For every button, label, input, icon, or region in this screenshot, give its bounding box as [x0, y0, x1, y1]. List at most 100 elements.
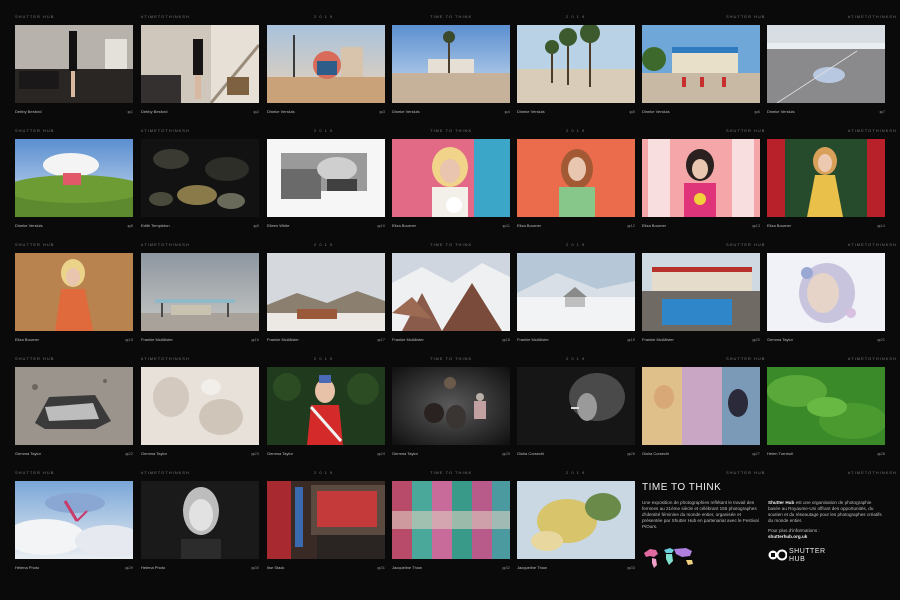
- photo-caption: Helena Photo30: [141, 565, 259, 570]
- photo-caption: Dineke Versluis7: [767, 109, 885, 114]
- photo-10[interactable]: [267, 139, 385, 217]
- photo-caption: Frankie McAllister17: [267, 337, 385, 342]
- row-header: SHUTTER HUB: [15, 470, 55, 475]
- photo-caption: Debby Besford2: [141, 109, 259, 114]
- photo-23[interactable]: [141, 367, 259, 445]
- logo-line-2: HUB: [789, 556, 806, 563]
- photo-11[interactable]: [392, 139, 510, 217]
- photo-caption: Gemma Taylor21: [767, 337, 885, 342]
- row-header: 2 0 1 9: [314, 242, 334, 247]
- row-header: #TIMETOTHINKSH: [848, 470, 897, 475]
- photo-caption: Gemma Taylor25: [392, 451, 510, 456]
- row-header: TIME TO THINK: [430, 470, 473, 475]
- photo-caption: Dineke Versluis4: [392, 109, 510, 114]
- row-header: #TIMETOTHINKSH: [141, 242, 190, 247]
- row-header: TIME TO THINK: [430, 128, 473, 133]
- photo-5[interactable]: [517, 25, 635, 103]
- photo-caption: Frankie McAllister19: [517, 337, 635, 342]
- photo-18[interactable]: [392, 253, 510, 331]
- photo-9[interactable]: [141, 139, 259, 217]
- row-header: #TIMETOTHINKSH: [141, 128, 190, 133]
- photo-caption: Frankie McAllister18: [392, 337, 510, 342]
- gallery-row-4: SHUTTER HUB #TIMETOTHINKSH 2 0 1 9 TIME …: [0, 356, 900, 470]
- photo-1[interactable]: [15, 25, 133, 103]
- row-header: SHUTTER HUB: [15, 242, 55, 247]
- photo-15[interactable]: [15, 253, 133, 331]
- photo-29[interactable]: [15, 481, 133, 559]
- row-header: SHUTTER HUB: [726, 128, 766, 133]
- photo-caption: Jacqueline Thow32: [392, 565, 510, 570]
- photo-25[interactable]: [392, 367, 510, 445]
- photo-caption: Giulia Corsechi26: [517, 451, 635, 456]
- photo-caption: Gemma Taylor23: [141, 451, 259, 456]
- photo-26[interactable]: [517, 367, 635, 445]
- photo-caption: Eliza Bourner12: [517, 223, 635, 228]
- row-header: 2 0 1 9: [566, 14, 586, 19]
- row-header: SHUTTER HUB: [726, 356, 766, 361]
- row-header: #TIMETOTHINKSH: [848, 128, 897, 133]
- photo-6[interactable]: [642, 25, 760, 103]
- shutter-hub-logo-icon: [768, 549, 787, 561]
- photo-28[interactable]: [767, 367, 885, 445]
- gallery-row-1: SHUTTER HUB #TIMETOTHINKSH 2 0 1 9 TIME …: [0, 14, 900, 128]
- photo-22[interactable]: [15, 367, 133, 445]
- row-header: 2 0 1 9: [566, 470, 586, 475]
- photo-17[interactable]: [267, 253, 385, 331]
- about-shutter-hub: Shutter Hub est une organisation de phot…: [768, 500, 884, 544]
- photo-caption: Giulia Corsechi27: [642, 451, 760, 456]
- photo-19[interactable]: [517, 253, 635, 331]
- photo-caption: Helen Turnbull28: [767, 451, 885, 456]
- logo-line-1: SHUTTER: [789, 548, 826, 555]
- row-header: 2 0 1 9: [566, 242, 586, 247]
- photo-caption: Eliza Bourner14: [767, 223, 885, 228]
- photo-3[interactable]: [267, 25, 385, 103]
- photo-caption: Eliza Bourner13: [642, 223, 760, 228]
- row-header: 2 0 1 9: [314, 470, 334, 475]
- row-header: 2 0 1 9: [566, 356, 586, 361]
- row-header: 2 0 1 9: [314, 128, 334, 133]
- photo-16[interactable]: [141, 253, 259, 331]
- row-header: 2 0 1 9: [566, 128, 586, 133]
- photo-2[interactable]: [141, 25, 259, 103]
- photo-caption: Dineke Versluis3: [267, 109, 385, 114]
- photo-32[interactable]: [392, 481, 510, 559]
- photo-caption: Frankie McAllister20: [642, 337, 760, 342]
- photo-4[interactable]: [392, 25, 510, 103]
- row-header: 2 0 1 9: [314, 356, 334, 361]
- photo-31[interactable]: [267, 481, 385, 559]
- photo-caption: Gemma Taylor24: [267, 451, 385, 456]
- photo-caption: Gemma Taylor22: [15, 451, 133, 456]
- photo-30[interactable]: [141, 481, 259, 559]
- row-header: SHUTTER HUB: [15, 356, 55, 361]
- photo-20[interactable]: [642, 253, 760, 331]
- row-header: #TIMETOTHINKSH: [848, 14, 897, 19]
- row-header: TIME TO THINK: [430, 14, 473, 19]
- photo-24[interactable]: [267, 367, 385, 445]
- row-header: SHUTTER HUB: [726, 242, 766, 247]
- photo-8[interactable]: [15, 139, 133, 217]
- website-link[interactable]: shutterhub.org.uk: [768, 534, 807, 539]
- photo-caption: Debby Besford1: [15, 109, 133, 114]
- shutter-hub-logo: SHUTTER HUB: [768, 545, 878, 571]
- photo-33[interactable]: [517, 481, 635, 559]
- row-header: #TIMETOTHINKSH: [848, 242, 897, 247]
- photo-caption: Edith Templeton9: [141, 223, 259, 228]
- exhibition-description: Une exposition de photographies reflétan…: [642, 500, 759, 529]
- photo-12[interactable]: [517, 139, 635, 217]
- photo-7[interactable]: [767, 25, 885, 103]
- photo-21[interactable]: [767, 253, 885, 331]
- photo-14[interactable]: [767, 139, 885, 217]
- photo-caption: Eliza Bourner15: [15, 337, 133, 342]
- photo-caption: Dineke Versluis5: [517, 109, 635, 114]
- row-header: #TIMETOTHINKSH: [848, 356, 897, 361]
- row-header: TIME TO THINK: [430, 356, 473, 361]
- row-header: SHUTTER HUB: [15, 14, 55, 19]
- photo-13[interactable]: [642, 139, 760, 217]
- brand-name: Shutter Hub: [768, 500, 795, 505]
- gallery-row-3: SHUTTER HUB #TIMETOTHINKSH 2 0 1 9 TIME …: [0, 242, 900, 356]
- exhibition-info: TIME TO THINK Une exposition de photogra…: [642, 482, 762, 530]
- row-header: #TIMETOTHINKSH: [141, 470, 190, 475]
- photo-27[interactable]: [642, 367, 760, 445]
- photo-caption: Frankie McAllister16: [141, 337, 259, 342]
- gallery-row-5: SHUTTER HUB #TIMETOTHINKSH 2 0 1 9 TIME …: [0, 470, 900, 584]
